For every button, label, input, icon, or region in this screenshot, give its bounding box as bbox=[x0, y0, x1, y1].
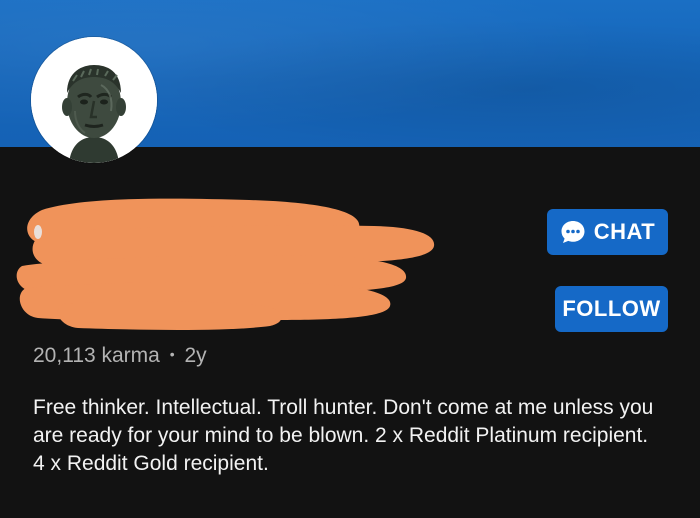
bust-avatar-icon bbox=[31, 37, 157, 163]
chat-button[interactable]: CHAT bbox=[547, 209, 668, 255]
follow-button-label: FOLLOW bbox=[562, 296, 661, 321]
follow-button[interactable]: FOLLOW bbox=[555, 286, 668, 332]
profile-bio: Free thinker. Intellectual. Troll hunter… bbox=[33, 396, 654, 475]
chat-button-label: CHAT bbox=[593, 219, 656, 244]
karma-count: 20,113 karma bbox=[33, 344, 160, 367]
profile-page: CHAT FOLLOW 20,113 karma • 2y Free think… bbox=[0, 0, 700, 518]
meta-separator: • bbox=[169, 346, 175, 362]
username-redaction-scribble bbox=[16, 198, 435, 330]
chat-bubble-icon bbox=[561, 221, 585, 243]
profile-meta: 20,113 karma • 2y bbox=[33, 344, 207, 368]
profile-avatar[interactable] bbox=[31, 37, 157, 163]
account-age: 2y bbox=[184, 344, 207, 367]
